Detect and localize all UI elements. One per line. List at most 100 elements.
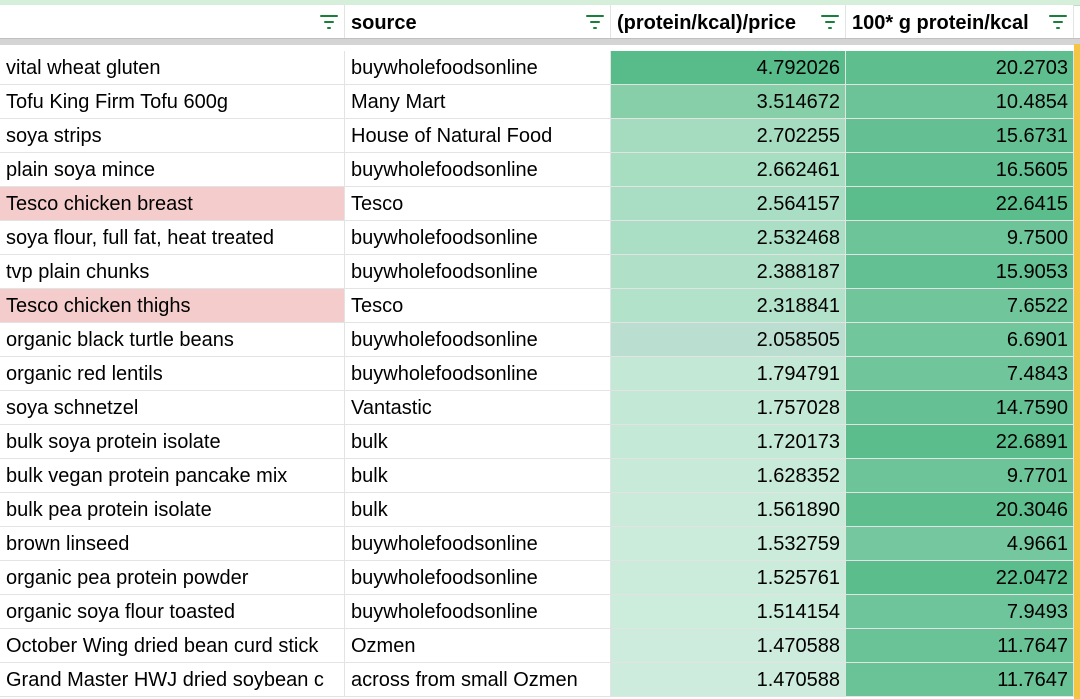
cell-source[interactable]: buywholefoodsonline: [345, 221, 611, 255]
table-row: soya schnetzel Vantastic 1.757028 14.7590: [0, 391, 1080, 425]
cell-protein[interactable]: 22.0472: [846, 561, 1074, 595]
cell-ratio[interactable]: 1.470588: [611, 629, 846, 663]
cell-ratio[interactable]: 1.561890: [611, 493, 846, 527]
cell-name[interactable]: Tofu King Firm Tofu 600g: [0, 85, 345, 119]
cell-ratio[interactable]: 1.757028: [611, 391, 846, 425]
cell-ratio[interactable]: 1.720173: [611, 425, 846, 459]
cell-source[interactable]: buywholefoodsonline: [345, 255, 611, 289]
cell-source[interactable]: buywholefoodsonline: [345, 357, 611, 391]
cell-protein[interactable]: 7.9493: [846, 595, 1074, 629]
cell-ratio[interactable]: 3.514672: [611, 85, 846, 119]
cell-ratio[interactable]: 2.532468: [611, 221, 846, 255]
cell-protein[interactable]: 15.6731: [846, 119, 1074, 153]
table-row: Tofu King Firm Tofu 600g Many Mart 3.51467…: [0, 85, 1080, 119]
cell-protein[interactable]: 9.7500: [846, 221, 1074, 255]
cell-source[interactable]: House of Natural Food: [345, 119, 611, 153]
cell-protein[interactable]: 7.4843: [846, 357, 1074, 391]
filter-icon[interactable]: [320, 15, 338, 31]
cell-name[interactable]: soya strips: [0, 119, 345, 153]
cell-protein[interactable]: 7.6522: [846, 289, 1074, 323]
cell-source[interactable]: buywholefoodsonline: [345, 153, 611, 187]
cell-ratio[interactable]: 1.794791: [611, 357, 846, 391]
header-source[interactable]: source: [345, 5, 611, 41]
cell-name[interactable]: plain soya mince: [0, 153, 345, 187]
cell-name[interactable]: organic red lentils: [0, 357, 345, 391]
cell-name[interactable]: bulk soya protein isolate: [0, 425, 345, 459]
cell-source[interactable]: Ozmen: [345, 629, 611, 663]
filter-icon[interactable]: [586, 15, 604, 31]
cell-protein[interactable]: 16.5605: [846, 153, 1074, 187]
table-row: organic red lentils buywholefoodsonline 1.…: [0, 357, 1080, 391]
cell-ratio[interactable]: 2.564157: [611, 187, 846, 221]
table-row: brown linseed buywholefoodsonline 1.532759…: [0, 527, 1080, 561]
cell-protein[interactable]: 11.7647: [846, 663, 1074, 697]
cell-name[interactable]: soya flour, full fat, heat treated: [0, 221, 345, 255]
cell-name[interactable]: organic pea protein powder: [0, 561, 345, 595]
cell-protein[interactable]: 6.6901: [846, 323, 1074, 357]
frozen-row-divider[interactable]: [0, 38, 1080, 45]
cell-ratio[interactable]: 4.792026: [611, 51, 846, 85]
cell-protein[interactable]: 9.7701: [846, 459, 1074, 493]
cell-name[interactable]: October Wing dried bean curd stick: [0, 629, 345, 663]
cell-source[interactable]: buywholefoodsonline: [345, 527, 611, 561]
cell-source[interactable]: bulk: [345, 425, 611, 459]
cell-source[interactable]: Tesco: [345, 187, 611, 221]
cell-ratio[interactable]: 1.628352: [611, 459, 846, 493]
table-row: organic pea protein powder buywholefoodso…: [0, 561, 1080, 595]
cell-protein[interactable]: 20.3046: [846, 493, 1074, 527]
cell-ratio[interactable]: 1.525761: [611, 561, 846, 595]
cell-protein[interactable]: 15.9053: [846, 255, 1074, 289]
cell-protein[interactable]: 14.7590: [846, 391, 1074, 425]
cell-name[interactable]: Grand Master HWJ dried soybean c: [0, 663, 345, 697]
cell-source[interactable]: Vantastic: [345, 391, 611, 425]
cell-name[interactable]: tvp plain chunks: [0, 255, 345, 289]
header-protein[interactable]: 100* g protein/kcal: [846, 5, 1074, 41]
cell-ratio[interactable]: 2.662461: [611, 153, 846, 187]
cell-protein[interactable]: 22.6415: [846, 187, 1074, 221]
cell-ratio[interactable]: 2.318841: [611, 289, 846, 323]
cell-source[interactable]: Many Mart: [345, 85, 611, 119]
table-row: tvp plain chunks buywholefoodsonline 2.388…: [0, 255, 1080, 289]
header-ratio-label: (protein/kcal)/price: [617, 12, 796, 34]
table-row: October Wing dried bean curd stick Ozmen 1…: [0, 629, 1080, 663]
cell-protein[interactable]: 4.9661: [846, 527, 1074, 561]
cell-ratio[interactable]: 1.470588: [611, 663, 846, 697]
filter-icon[interactable]: [821, 15, 839, 31]
cell-ratio[interactable]: 2.388187: [611, 255, 846, 289]
cell-ratio[interactable]: 2.702255: [611, 119, 846, 153]
spreadsheet-grid: source (protein/kcal)/price 100* g prote…: [0, 0, 1080, 699]
cell-name[interactable]: brown linseed: [0, 527, 345, 561]
cell-source[interactable]: bulk: [345, 493, 611, 527]
table-row: organic black turtle beans buywholefoodso…: [0, 323, 1080, 357]
cell-source[interactable]: buywholefoodsonline: [345, 595, 611, 629]
filter-icon[interactable]: [1049, 15, 1067, 31]
header-row: source (protein/kcal)/price 100* g prote…: [0, 5, 1080, 41]
cell-source[interactable]: buywholefoodsonline: [345, 51, 611, 85]
cell-source[interactable]: bulk: [345, 459, 611, 493]
cell-source[interactable]: Tesco: [345, 289, 611, 323]
cell-name[interactable]: bulk vegan protein pancake mix: [0, 459, 345, 493]
cell-ratio[interactable]: 1.514154: [611, 595, 846, 629]
cell-name[interactable]: vital wheat gluten: [0, 51, 345, 85]
cell-protein[interactable]: 20.2703: [846, 51, 1074, 85]
table-row: bulk pea protein isolate bulk 1.561890 20.3…: [0, 493, 1080, 527]
cell-ratio[interactable]: 1.532759: [611, 527, 846, 561]
cell-source[interactable]: across from small Ozmen: [345, 663, 611, 697]
header-name[interactable]: [0, 5, 345, 41]
cell-name[interactable]: Tesco chicken breast: [0, 187, 345, 221]
cell-source[interactable]: buywholefoodsonline: [345, 561, 611, 595]
cell-name[interactable]: organic black turtle beans: [0, 323, 345, 357]
table-row: soya flour, full fat, heat treated buywho…: [0, 221, 1080, 255]
cell-protein[interactable]: 10.4854: [846, 85, 1074, 119]
cell-protein[interactable]: 11.7647: [846, 629, 1074, 663]
cell-name[interactable]: organic soya flour toasted: [0, 595, 345, 629]
adjacent-column-edge: [1074, 44, 1080, 699]
table-row: plain soya mince buywholefoodsonline 2.662…: [0, 153, 1080, 187]
cell-name[interactable]: soya schnetzel: [0, 391, 345, 425]
cell-protein[interactable]: 22.6891: [846, 425, 1074, 459]
cell-name[interactable]: bulk pea protein isolate: [0, 493, 345, 527]
cell-source[interactable]: buywholefoodsonline: [345, 323, 611, 357]
cell-ratio[interactable]: 2.058505: [611, 323, 846, 357]
header-ratio[interactable]: (protein/kcal)/price: [611, 5, 846, 41]
cell-name[interactable]: Tesco chicken thighs: [0, 289, 345, 323]
